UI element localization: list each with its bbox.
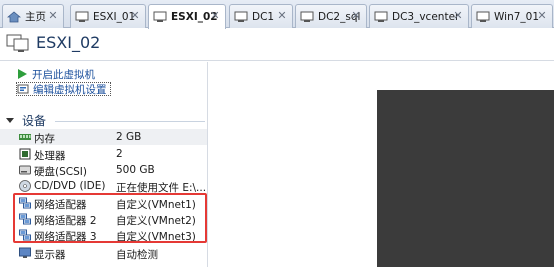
device-name: 内存 [34, 133, 55, 145]
device-value: 2 GB [116, 131, 142, 143]
tab-win7-01[interactable]: Win7_01 ✕ [471, 4, 553, 28]
tab-label: ESXI_01 [93, 10, 136, 23]
device-row-disk[interactable]: 硬盘(SCSI) 500 GB [0, 162, 207, 178]
vm-preview-pane [209, 62, 554, 267]
close-icon[interactable]: ✕ [48, 10, 58, 21]
tab-esxi01[interactable]: ESXI_01 ✕ [70, 4, 146, 28]
close-icon[interactable]: ✕ [130, 10, 140, 21]
close-icon[interactable]: ✕ [453, 10, 463, 21]
page-title: ESXI_02 [36, 33, 101, 52]
settings-icon [17, 84, 29, 94]
vm-icon [6, 34, 29, 52]
device-row-display[interactable]: 显示器 自动检测 [0, 245, 207, 261]
home-icon [7, 10, 21, 22]
vm-icon [476, 11, 490, 22]
vm-icon [374, 11, 388, 22]
tab-label: DC3_vcenter [392, 10, 460, 23]
section-divider [55, 121, 205, 122]
collapse-triangle-icon[interactable] [6, 118, 14, 123]
vm-icon [75, 11, 89, 22]
tab-strip: 主页 ✕ ESXI_01 ✕ ESXI_02 ✕ DC1 ✕ DC2_sql ✕… [0, 0, 554, 29]
tab-dc3-vcenter[interactable]: DC3_vcenter ✕ [369, 4, 469, 28]
devices-section-header[interactable]: 设备 [6, 112, 46, 129]
device-name: 处理器 [34, 150, 66, 162]
tab-label: 主页 [25, 11, 46, 23]
close-icon[interactable]: ✕ [277, 10, 287, 21]
cd-icon [19, 180, 31, 192]
device-name: 硬盘(SCSI) [34, 166, 87, 178]
vm-summary-pane: 开启此虚拟机 编辑虚拟机设置 设备 内存 2 GB 处理器 2 硬盘(SCSI)… [0, 62, 208, 267]
device-row-memory[interactable]: 内存 2 GB [0, 129, 207, 145]
tab-dc1[interactable]: DC1 ✕ [229, 4, 293, 28]
vm-header: ESXI_02 [0, 28, 554, 61]
vm-icon [234, 11, 248, 22]
close-icon[interactable]: ✕ [351, 10, 361, 21]
device-value: 500 GB [116, 164, 155, 176]
vm-icon [300, 11, 314, 22]
power-on-button[interactable]: 开启此虚拟机 [16, 67, 95, 81]
monitor-icon [19, 247, 31, 258]
cpu-icon [19, 148, 31, 160]
vm-icon [153, 11, 167, 22]
device-row-cpu[interactable]: 处理器 2 [0, 146, 207, 162]
power-on-label: 开启此虚拟机 [32, 68, 95, 81]
play-icon [18, 69, 27, 79]
tab-dc2-sql[interactable]: DC2_sql ✕ [295, 4, 367, 28]
device-name: 显示器 [34, 249, 66, 261]
tab-label: DC1 [252, 10, 275, 23]
tab-esxi02[interactable]: ESXI_02 ✕ [148, 4, 226, 29]
devices-section-title: 设备 [22, 114, 47, 128]
vm-console-preview[interactable] [377, 90, 554, 267]
close-icon[interactable]: ✕ [210, 10, 220, 21]
tab-label: Win7_01 [494, 10, 540, 23]
device-name: CD/DVD (IDE) [34, 180, 106, 192]
device-value: 2 [116, 148, 123, 160]
device-row-cd-dvd[interactable]: CD/DVD (IDE) 正在使用文件 E:\... [0, 178, 207, 194]
close-icon[interactable]: ✕ [537, 10, 547, 21]
device-value: 自动检测 [116, 249, 158, 261]
tab-home[interactable]: 主页 ✕ [2, 4, 64, 28]
edit-settings-button[interactable]: 编辑虚拟机设置 [16, 82, 111, 96]
highlight-box [13, 193, 207, 243]
memory-icon [19, 134, 31, 140]
disk-icon [19, 165, 31, 175]
edit-settings-label: 编辑虚拟机设置 [33, 83, 107, 96]
